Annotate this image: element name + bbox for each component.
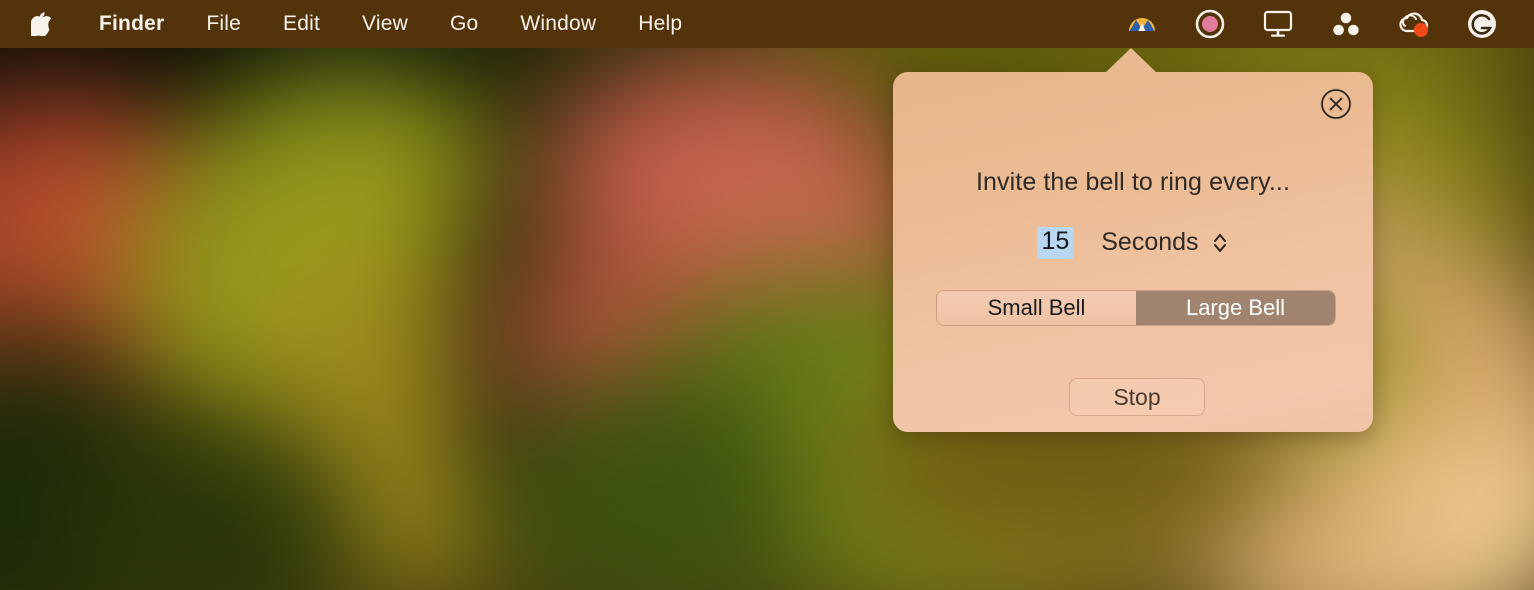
menu-item-view[interactable]: View bbox=[341, 0, 429, 48]
interval-unit-label: Seconds bbox=[1101, 228, 1199, 257]
interval-row: 15 Seconds bbox=[893, 227, 1373, 259]
desktop-screen: Finder File Edit View Go Window Help Inv… bbox=[0, 0, 1534, 590]
display-monitor-icon[interactable] bbox=[1261, 7, 1295, 41]
menu-item-edit[interactable]: Edit bbox=[262, 0, 341, 48]
interval-unit-select[interactable]: Seconds bbox=[1101, 228, 1228, 257]
segment-small-bell[interactable]: Small Bell bbox=[937, 291, 1136, 325]
interval-value-input[interactable]: 15 bbox=[1037, 227, 1074, 259]
chevron-updown-icon[interactable] bbox=[1211, 230, 1229, 256]
stop-button[interactable]: Stop bbox=[1069, 378, 1205, 416]
menu-item-finder[interactable]: Finder bbox=[78, 0, 185, 48]
bell-timer-popover: Invite the bell to ring every... 15 Seco… bbox=[893, 48, 1373, 434]
bell-size-segmented-control: Small Bell Large Bell bbox=[936, 290, 1336, 326]
menu-bar-left: Finder File Edit View Go Window Help bbox=[0, 0, 703, 48]
menu-item-file[interactable]: File bbox=[185, 0, 262, 48]
asana-dots-icon[interactable] bbox=[1329, 7, 1363, 41]
cloud-sync-icon[interactable] bbox=[1397, 7, 1431, 41]
menu-bar-status-area bbox=[1108, 0, 1534, 48]
nordvpn-mountain-icon[interactable] bbox=[1125, 7, 1159, 41]
menu-item-window[interactable]: Window bbox=[499, 0, 617, 48]
segment-large-bell[interactable]: Large Bell bbox=[1136, 291, 1335, 325]
popover-pointer-arrow bbox=[1104, 48, 1158, 74]
popover-body: Invite the bell to ring every... 15 Seco… bbox=[893, 72, 1373, 432]
menu-bar: Finder File Edit View Go Window Help bbox=[0, 0, 1534, 48]
grammarly-g-icon[interactable] bbox=[1465, 7, 1499, 41]
apple-logo-icon[interactable] bbox=[30, 11, 52, 37]
menu-item-help[interactable]: Help bbox=[617, 0, 703, 48]
record-circle-icon[interactable] bbox=[1193, 7, 1227, 41]
popover-title: Invite the bell to ring every... bbox=[975, 168, 1290, 196]
menu-item-go[interactable]: Go bbox=[429, 0, 499, 48]
close-icon[interactable] bbox=[1319, 87, 1353, 121]
